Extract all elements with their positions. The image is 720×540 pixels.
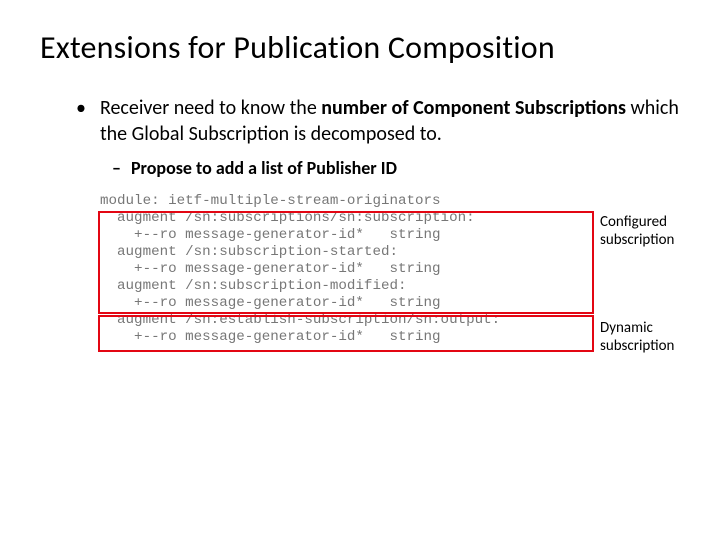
highlight-box-dynamic bbox=[98, 315, 594, 352]
bullet1-pre: Receiver need to know the bbox=[100, 96, 321, 120]
highlight-box-configured bbox=[98, 211, 594, 314]
bullet1-bold: number of Component Subscriptions bbox=[321, 96, 626, 120]
slide: Extensions for Publication Composition •… bbox=[0, 0, 720, 366]
bullet-dot: • bbox=[76, 95, 86, 121]
code-line: module: ietf-multiple-stream-originators bbox=[100, 193, 441, 209]
annotation-configured: Configuredsubscription bbox=[600, 213, 674, 249]
bullet-text: Receiver need to know the number of Comp… bbox=[100, 95, 680, 147]
annotation-dynamic: Dynamicsubscription bbox=[600, 319, 674, 355]
code-area: module: ietf-multiple-stream-originators… bbox=[100, 193, 680, 346]
bullet-dash: – bbox=[112, 157, 121, 179]
bullet-level-1: • Receiver need to know the number of Co… bbox=[76, 95, 680, 147]
bullet2-text: Propose to add a list of Publisher ID bbox=[131, 157, 397, 179]
bullet-level-2: – Propose to add a list of Publisher ID bbox=[112, 157, 680, 179]
slide-title: Extensions for Publication Composition bbox=[40, 28, 680, 67]
